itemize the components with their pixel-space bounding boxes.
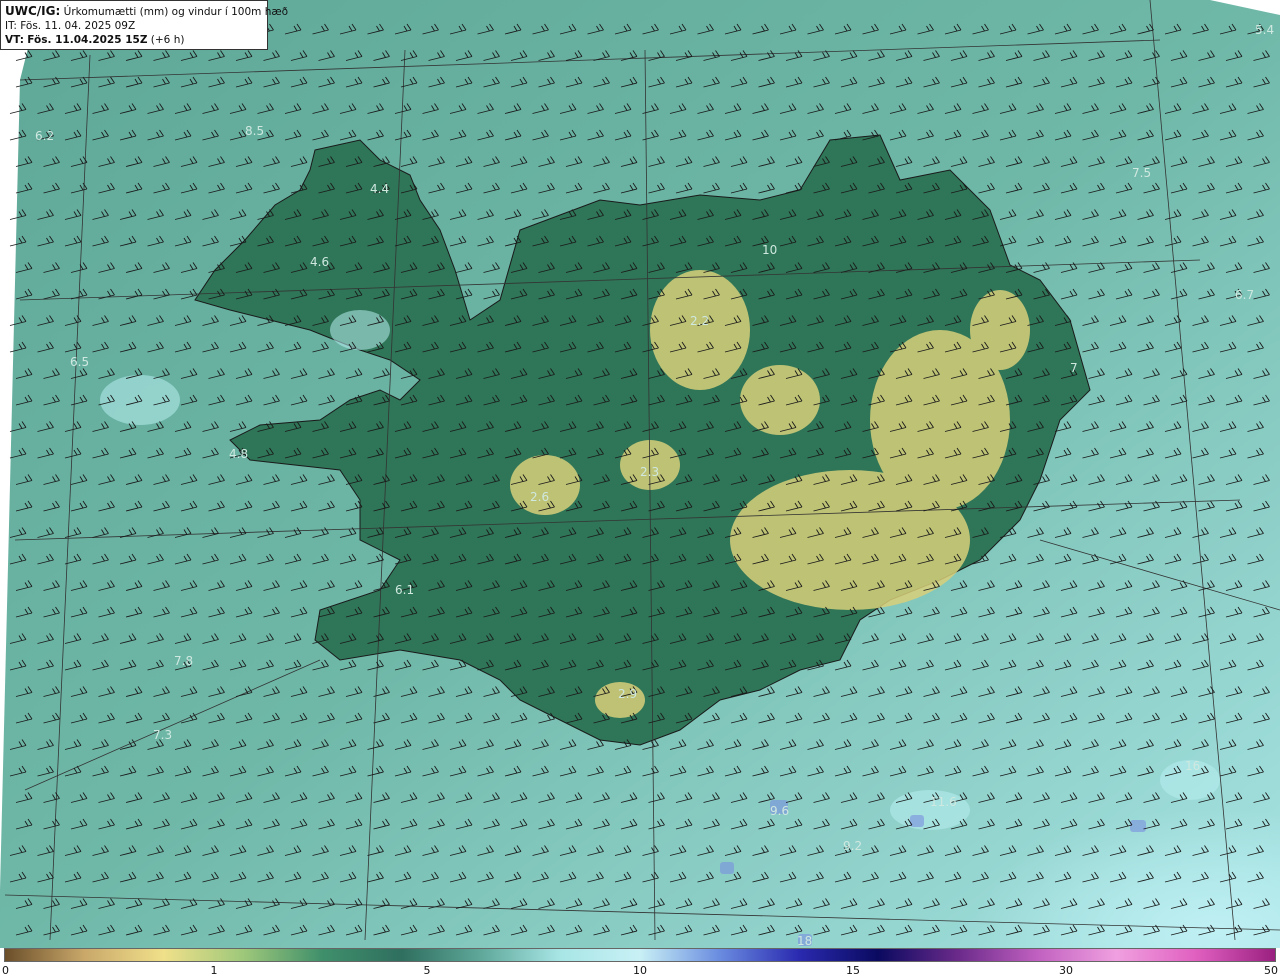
map-label: 6.2 xyxy=(35,129,54,143)
map-label: 4.4 xyxy=(370,182,389,196)
colorbar-tick: 15 xyxy=(846,964,860,977)
init-time: Fös. 11. 04. 2025 09Z xyxy=(20,20,136,32)
map-label: 10 xyxy=(762,243,777,257)
map-label: 9.6 xyxy=(770,804,789,818)
map-legend-box: UWC/IG: Úrkomumætti (mm) og vindur í 100… xyxy=(0,0,288,50)
colorbar-tick: 10 xyxy=(633,964,647,977)
product-code: UWC/IG: xyxy=(5,4,61,18)
valid-time: Fös. 11.04.2025 15Z xyxy=(27,34,148,46)
precipitation-wind-map: 5.4 6.2 8.5 4.4 4.6 7.5 6.7 6.5 4.8 2.6 … xyxy=(0,0,1280,948)
map-label: 7.3 xyxy=(153,728,172,742)
colorbar: 0 1 5 10 15 30 50 xyxy=(0,948,1280,978)
map-label: 7 xyxy=(1070,361,1078,375)
map-label: 2.2 xyxy=(690,314,709,328)
field-description: Úrkomumætti (mm) og vindur í 100m hæð xyxy=(63,6,289,18)
map-label: 4.6 xyxy=(310,255,329,269)
colorbar-tick: 5 xyxy=(423,964,431,977)
map-label: 6.7 xyxy=(1235,288,1254,302)
valid-time-row: VT: Fös. 11.04.2025 15Z (+6 h) xyxy=(5,33,263,47)
legend-title-row: UWC/IG: Úrkomumætti (mm) og vindur í 100… xyxy=(5,4,288,19)
map-label: 6.1 xyxy=(395,583,414,597)
init-label: IT: xyxy=(5,20,17,32)
map-label: 7.8 xyxy=(174,654,193,668)
map-label: 4.8 xyxy=(229,447,248,461)
colorbar-tick: 0 xyxy=(2,964,9,977)
map-label: 5.4 xyxy=(1255,23,1274,37)
map-label: 18 xyxy=(797,934,812,948)
valid-label: VT: xyxy=(5,34,24,46)
map-label: 9.2 xyxy=(843,839,862,853)
map-label: 2.6 xyxy=(530,490,549,504)
map-label: 2.3 xyxy=(640,465,659,479)
map-label: 6.5 xyxy=(70,355,89,369)
init-time-row: IT: Fös. 11. 04. 2025 09Z xyxy=(5,19,263,33)
lead-time: (+6 h) xyxy=(150,34,185,46)
colorbar-tick: 1 xyxy=(210,964,218,977)
colorbar-tick: 30 xyxy=(1059,964,1073,977)
map-label: 7.5 xyxy=(1132,166,1151,180)
map-label: 16 xyxy=(1185,759,1200,773)
map-label: 2.9 xyxy=(618,687,637,701)
map-label: 8.5 xyxy=(245,124,264,138)
colorbar-tick: 50 xyxy=(1264,964,1278,977)
colorbar-gradient xyxy=(4,948,1276,962)
map-label: 11.6 xyxy=(930,795,957,809)
